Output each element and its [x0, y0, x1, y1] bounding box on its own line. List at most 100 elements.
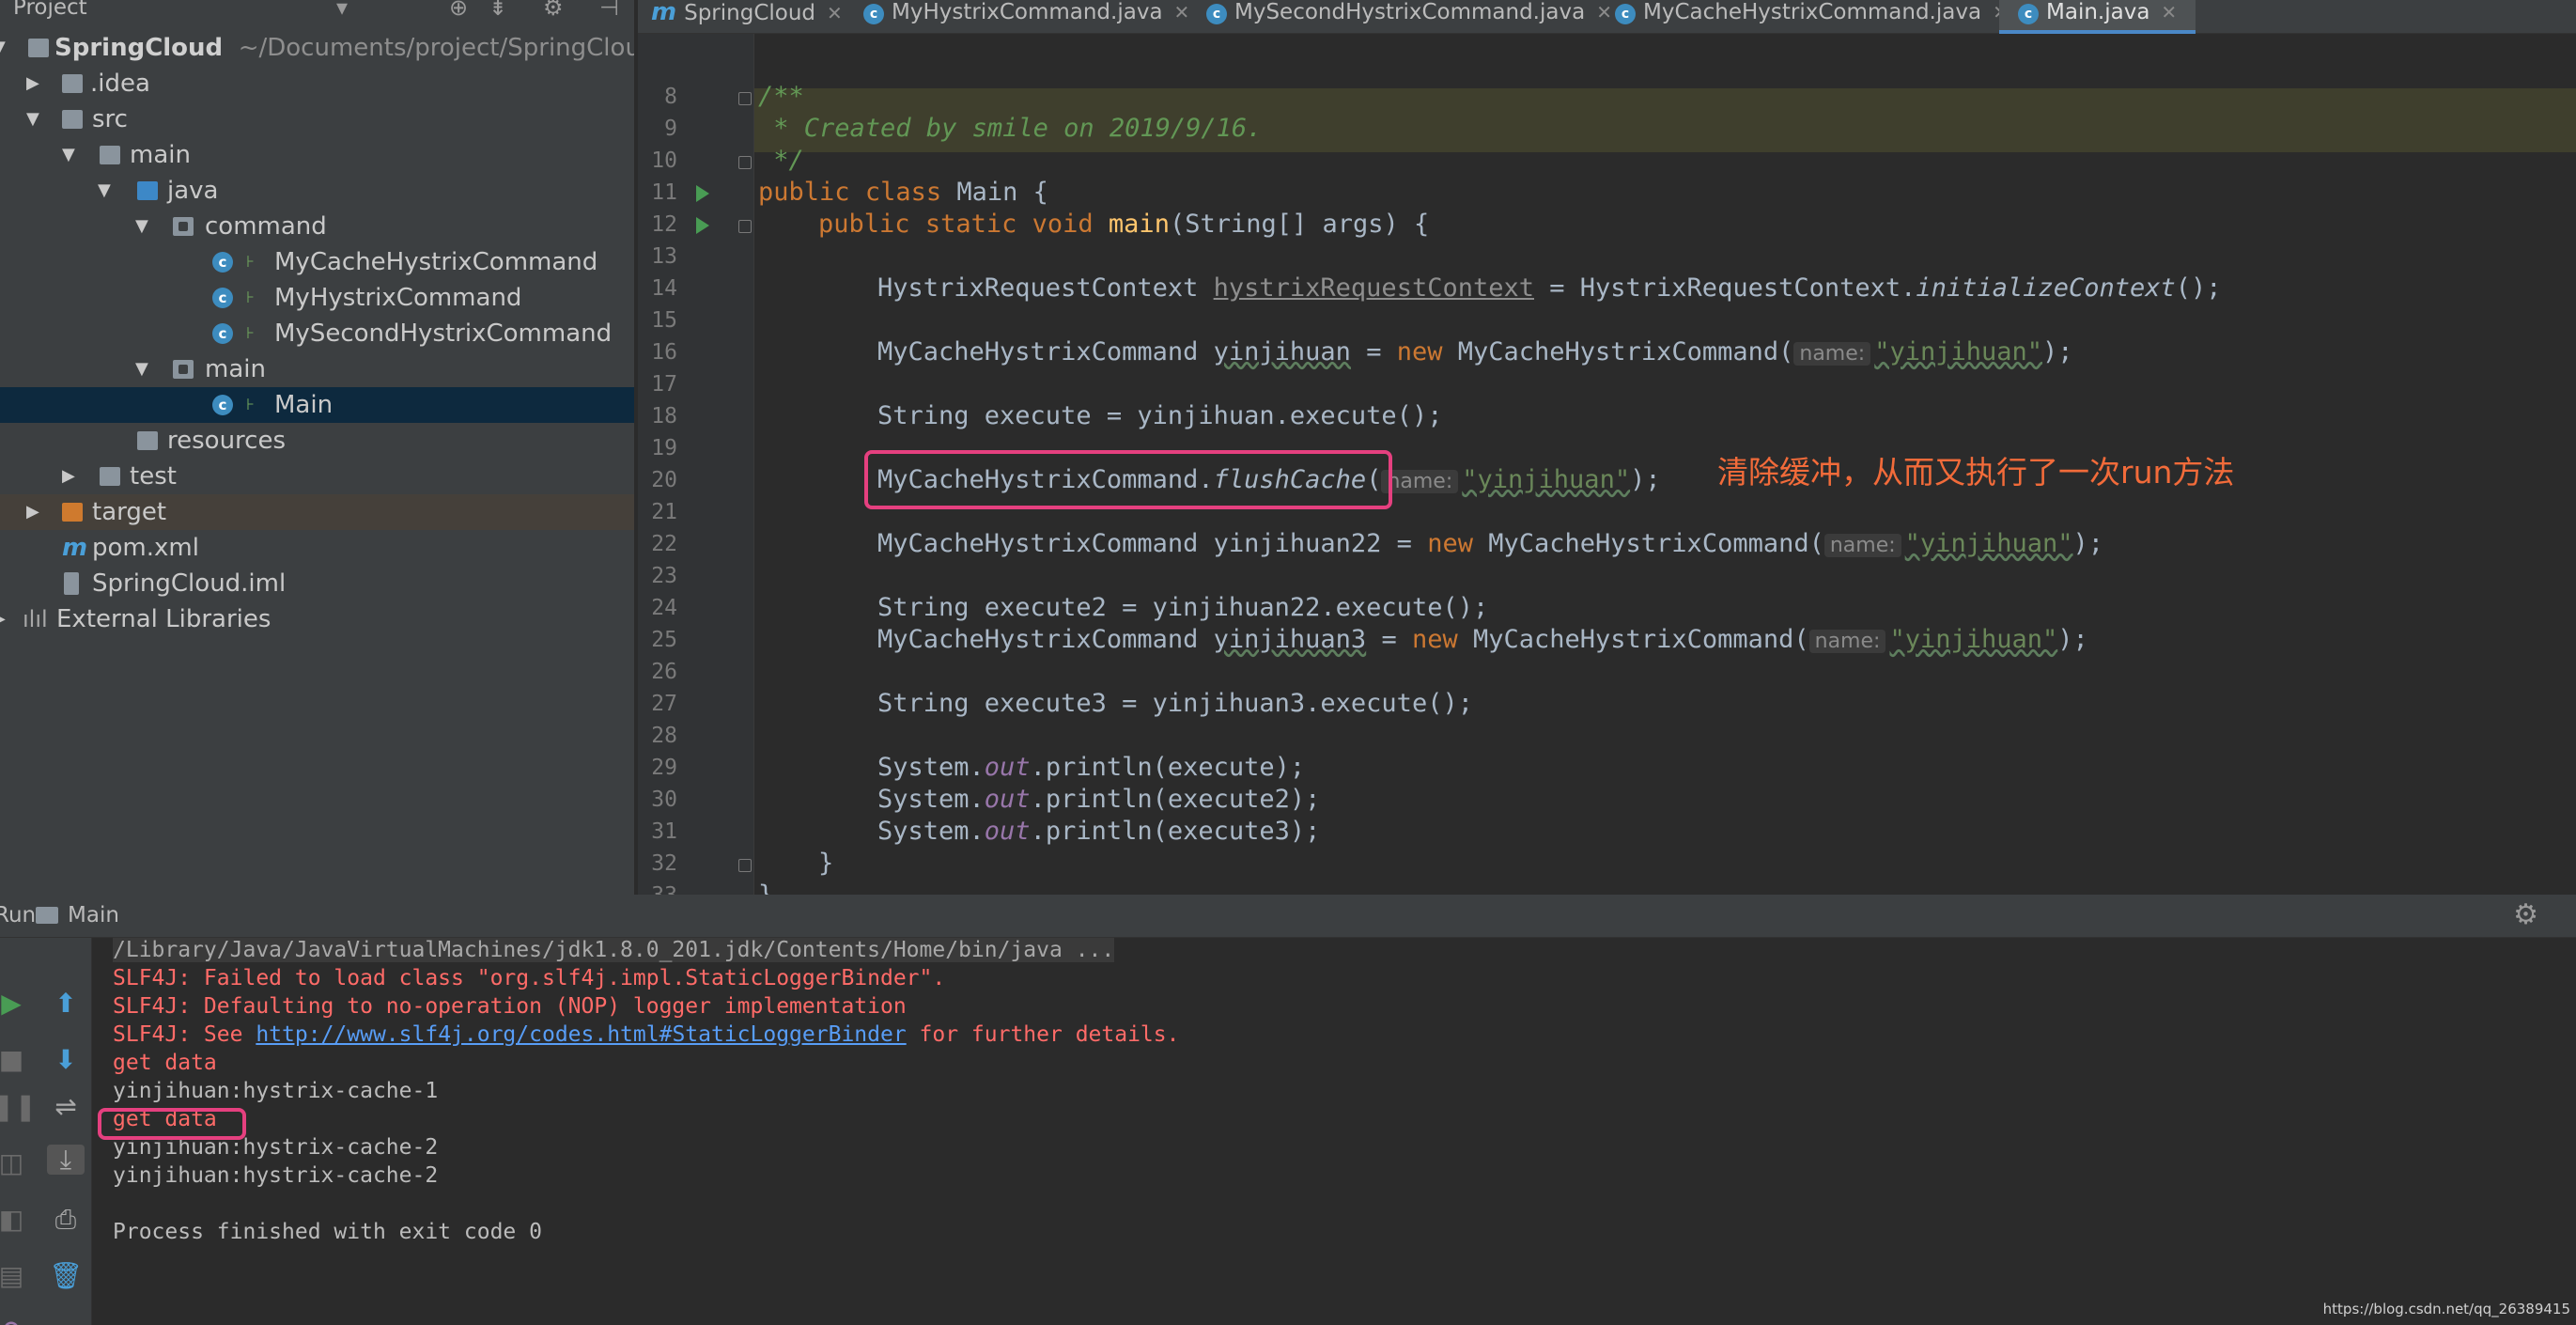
- tree-item-resources[interactable]: resources: [0, 423, 634, 459]
- tree-item-label: External Libraries: [56, 605, 272, 633]
- tree-item-test[interactable]: ▶ test: [0, 459, 634, 494]
- tab-mycachehystrixcommand[interactable]: cMyCacheHystrixCommand.java✕: [1615, 0, 2009, 34]
- console-command: /Library/Java/JavaVirtualMachines/jdk1.8…: [113, 938, 1115, 962]
- close-icon[interactable]: ✕: [1174, 1, 1190, 23]
- tree-item-target[interactable]: ▶ target: [0, 494, 634, 530]
- fold-icon[interactable]: [738, 92, 752, 105]
- code-line-27: String execute3 = yinjihuan3.execute();: [877, 689, 1473, 718]
- fold-icon[interactable]: [738, 220, 752, 233]
- up-arrow-icon[interactable]: ⬆: [47, 989, 85, 1019]
- trash-icon[interactable]: 🗑: [47, 1261, 85, 1291]
- code-editor[interactable]: 8 9 10 11 12 13 14 15 16 17 18 19 20 21 …: [638, 34, 2576, 895]
- tree-item-mysecondhystrixcommand[interactable]: c ⊦ MySecondHystrixCommand: [0, 316, 634, 351]
- expand-arrow-icon[interactable]: ▼: [135, 351, 154, 387]
- close-icon[interactable]: ✕: [1596, 1, 1612, 23]
- collapse-all-icon[interactable]: ⇟: [489, 0, 507, 19]
- package-icon: [173, 360, 194, 379]
- tree-item-springcloud[interactable]: ▼ SpringCloud ~/Documents/project/Spring…: [0, 30, 634, 66]
- class-icon: c: [2018, 4, 2039, 24]
- folder-icon: [100, 146, 120, 164]
- maven-m-icon: m: [62, 534, 88, 562]
- access-icon: ⊦: [246, 324, 255, 343]
- tree-item-src[interactable]: ▼ src: [0, 101, 634, 137]
- tree-item-external-libraries[interactable]: ▶ ılıl External Libraries: [0, 601, 634, 637]
- rerun-icon[interactable]: ▶: [0, 989, 30, 1019]
- collapse-arrow-icon[interactable]: ▶: [26, 66, 45, 101]
- tree-item-command[interactable]: ▼ command: [0, 209, 634, 244]
- tree-item-main[interactable]: ▼ main: [0, 137, 634, 173]
- tab-label: MyCacheHystrixCommand.java: [1643, 0, 1982, 24]
- run-config-icon: [36, 907, 58, 924]
- tab-myhystrixcommand[interactable]: c MyHystrixCommand.java ✕: [863, 0, 1189, 34]
- hide-panel-icon[interactable]: ⊣: [599, 0, 619, 19]
- code-line-10: */: [758, 146, 804, 175]
- expand-arrow-icon[interactable]: ▼: [135, 209, 154, 244]
- soft-wrap-icon[interactable]: ⇌: [47, 1092, 85, 1122]
- locate-icon[interactable]: ⊕: [449, 0, 468, 19]
- folder-icon: [62, 110, 83, 129]
- class-icon: c: [212, 288, 233, 308]
- tab-label: MyHystrixCommand.java: [892, 0, 1163, 24]
- expand-arrow-icon[interactable]: ▼: [0, 30, 11, 66]
- tab-main-java[interactable]: c Main.java ✕: [1999, 0, 2196, 34]
- dropdown-icon[interactable]: ▾: [336, 0, 348, 19]
- line-number: 24: [651, 596, 677, 620]
- package-icon: [173, 217, 194, 236]
- gear-icon[interactable]: ⚙: [543, 0, 564, 19]
- access-icon: ⊦: [246, 288, 255, 307]
- line-number: 20: [651, 468, 677, 492]
- pin-icon[interactable]: ⚲: [0, 1317, 30, 1325]
- collapse-arrow-icon[interactable]: ▶: [62, 459, 81, 494]
- tree-item-pom[interactable]: m pom.xml: [0, 530, 634, 566]
- tree-item-iml[interactable]: SpringCloud.iml: [0, 566, 634, 601]
- tree-item-java[interactable]: ▼ java: [0, 173, 634, 209]
- class-icon: c: [863, 4, 884, 24]
- stop-icon[interactable]: ■: [0, 1045, 30, 1075]
- editor-gutter: 8 9 10 11 12 13 14 15 16 17 18 19 20 21 …: [638, 34, 754, 895]
- layout-icon[interactable]: ▤: [0, 1261, 30, 1291]
- run-gutter-icon[interactable]: [696, 185, 709, 202]
- tree-item-idea[interactable]: ▶ .idea: [0, 66, 634, 101]
- line-number: 13: [651, 244, 677, 269]
- tree-item-mycachehystrixcommand[interactable]: c ⊦ MyCacheHystrixCommand: [0, 244, 634, 280]
- code-line-24: String execute2 = yinjihuan22.execute();: [877, 593, 1489, 622]
- tab-mysecondhystrixcommand[interactable]: c MySecondHystrixCommand.java ✕: [1206, 0, 1612, 34]
- fold-icon[interactable]: [738, 156, 752, 169]
- collapse-arrow-icon[interactable]: ▶: [26, 494, 45, 530]
- annotation-text: 清除缓冲，从而又执行了一次run方法: [1717, 454, 2235, 491]
- excluded-folder-icon: [62, 503, 83, 522]
- pause-icon[interactable]: ❚❚: [0, 1092, 37, 1122]
- tree-item-myhystrixcommand[interactable]: c ⊦ MyHystrixCommand: [0, 280, 634, 316]
- line-number: 25: [651, 628, 677, 652]
- tree-item-main-package[interactable]: ▼ main: [0, 351, 634, 387]
- tree-item-main-class[interactable]: c ⊦ Main: [0, 387, 634, 423]
- collapse-arrow-icon[interactable]: ▶: [0, 601, 11, 637]
- watermark: https://blog.csdn.net/qq_26389415: [2322, 1301, 2570, 1317]
- expand-arrow-icon[interactable]: ▼: [62, 137, 81, 173]
- slf4j-link[interactable]: http://www.slf4j.org/codes.html#StaticLo…: [256, 1022, 906, 1047]
- close-icon[interactable]: ✕: [2161, 1, 2177, 23]
- print-icon[interactable]: ⎙: [47, 1205, 85, 1235]
- code-line-9: * Created by smile on 2019/9/16.: [758, 114, 1263, 143]
- line-number: 26: [651, 660, 677, 684]
- param-hint: name:: [1823, 534, 1901, 557]
- down-arrow-icon[interactable]: ⬇: [47, 1045, 85, 1075]
- tab-springcloud[interactable]: m SpringCloud ✕: [651, 0, 843, 34]
- code-line-25: MyCacheHystrixCommand yinjihuan3 = new M…: [877, 625, 2088, 654]
- expand-arrow-icon[interactable]: ▼: [26, 101, 45, 137]
- dump-threads-icon[interactable]: ◫: [0, 1148, 30, 1178]
- fold-icon[interactable]: [738, 859, 752, 872]
- line-number: 18: [651, 404, 677, 429]
- console-output-line: get data: [113, 1051, 217, 1075]
- project-title[interactable]: Project: [13, 0, 87, 19]
- scroll-to-end-icon[interactable]: ⤓: [47, 1145, 85, 1175]
- console-output-line: yinjihuan:hystrix-cache-2: [113, 1163, 439, 1188]
- close-icon[interactable]: ✕: [827, 2, 843, 24]
- gear-icon[interactable]: ⚙: [2513, 898, 2538, 931]
- run-gutter-icon[interactable]: [696, 217, 709, 234]
- expand-arrow-icon[interactable]: ▼: [98, 173, 116, 209]
- code-line-31: System.out.println(execute3);: [877, 817, 1321, 846]
- run-config-tab[interactable]: Main: [68, 903, 119, 928]
- settings-icon[interactable]: ◧: [0, 1205, 30, 1235]
- console-output[interactable]: /Library/Java/JavaVirtualMachines/jdk1.8…: [113, 938, 2555, 1325]
